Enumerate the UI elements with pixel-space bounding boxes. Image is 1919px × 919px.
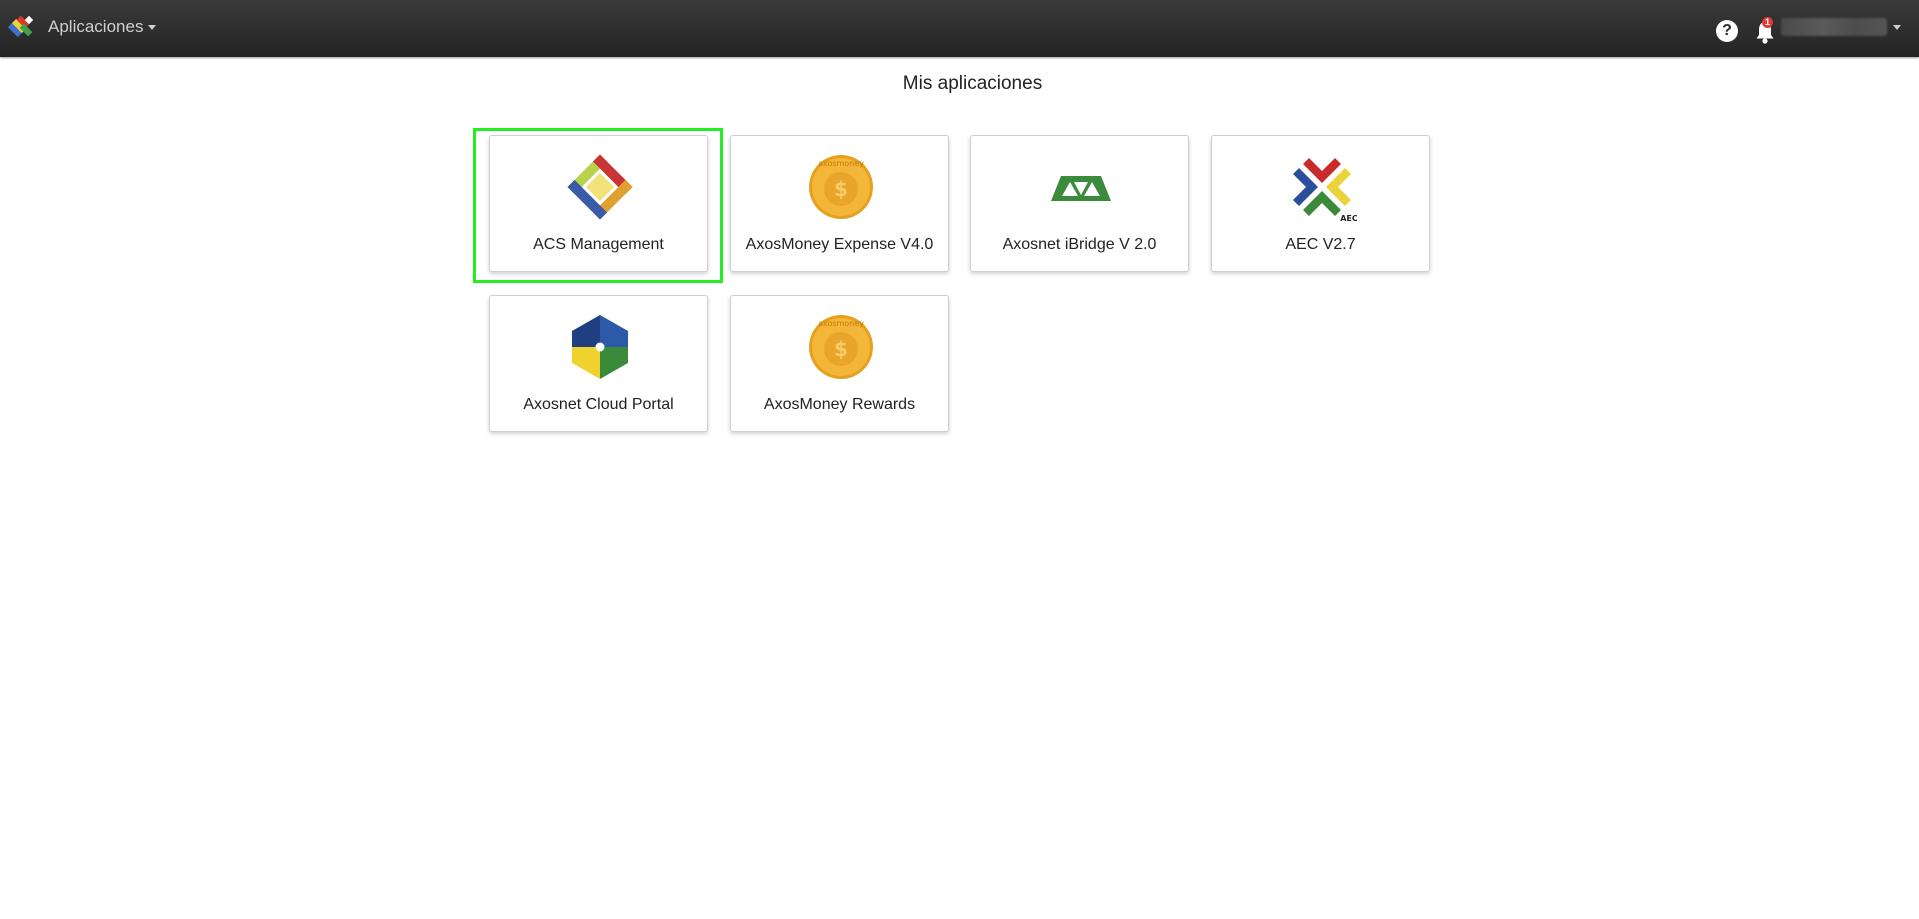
help-icon[interactable]: ?: [1716, 20, 1738, 42]
axosmoney-coin-icon: axosmoney $: [809, 315, 873, 379]
app-card-axosmoney-expense[interactable]: axosmoney $ AxosMoney Expense V4.0: [730, 135, 949, 272]
brand-logo-icon[interactable]: [8, 14, 36, 42]
chevron-down-icon: [1893, 24, 1901, 30]
coin-text: axosmoney: [818, 319, 864, 328]
cloud-portal-cube-icon: [572, 315, 628, 379]
aec-text: AEC: [1340, 214, 1357, 222]
coin-symbol: $: [834, 337, 848, 361]
coin-symbol: $: [834, 177, 848, 201]
aec-cross-icon: AEC: [1293, 158, 1357, 222]
app-card-ibridge[interactable]: Axosnet iBridge V 2.0: [970, 135, 1189, 272]
chevron-down-icon: [148, 25, 157, 30]
app-label: Axosnet Cloud Portal: [523, 396, 674, 413]
user-name-blurred: [1781, 18, 1887, 36]
app-label: AxosMoney Expense V4.0: [745, 236, 934, 253]
ibridge-icon: [1051, 176, 1111, 201]
apps-menu-label: Aplicaciones: [48, 17, 144, 36]
app-card-cloud-portal[interactable]: Axosnet Cloud Portal: [489, 295, 708, 432]
acs-diamond-icon: [567, 154, 633, 220]
notification-badge: 1: [1762, 17, 1773, 28]
page-title: Mis aplicaciones: [902, 73, 1043, 94]
app-card-axosmoney-rewards[interactable]: axosmoney $ AxosMoney Rewards: [730, 295, 949, 432]
app-card-acs-management[interactable]: ACS Management: [489, 135, 708, 272]
top-navbar: Aplicaciones ? 1: [0, 0, 1919, 57]
app-label: ACS Management: [533, 236, 664, 253]
app-label: AEC V2.7: [1285, 236, 1356, 253]
axosmoney-coin-icon: axosmoney $: [809, 155, 873, 219]
app-label: AxosMoney Rewards: [763, 396, 916, 413]
app-card-aec[interactable]: AEC AEC V2.7: [1211, 135, 1430, 272]
user-menu-dropdown[interactable]: [1781, 16, 1901, 38]
apps-dropdown-menu[interactable]: Aplicaciones: [48, 17, 157, 37]
app-label: Axosnet iBridge V 2.0: [1002, 236, 1157, 253]
coin-text: axosmoney: [818, 159, 864, 168]
